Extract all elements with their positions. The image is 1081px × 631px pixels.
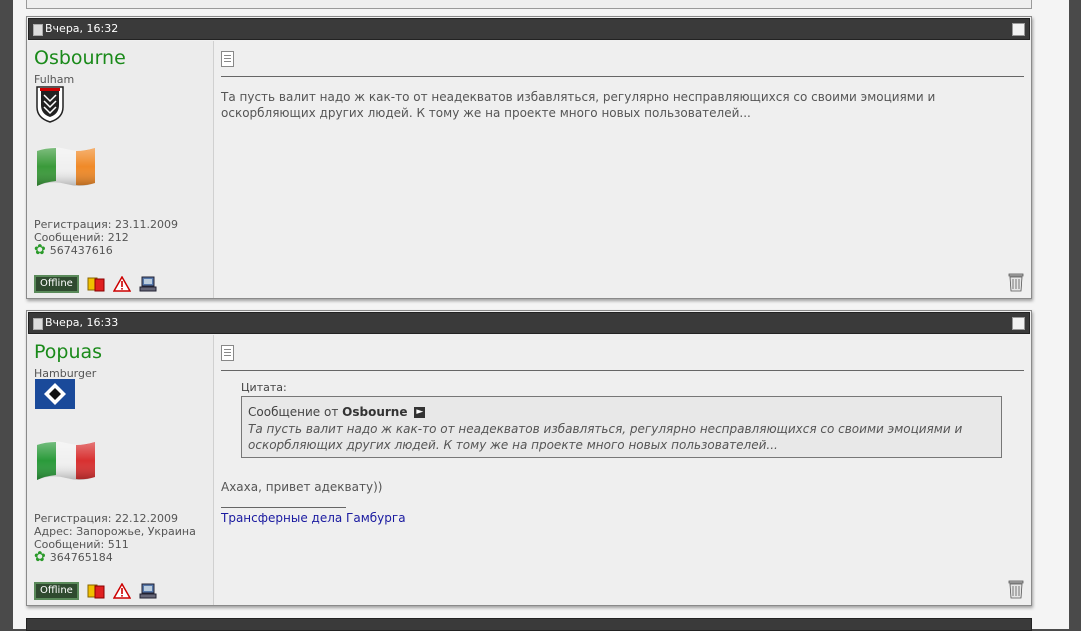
username-link[interactable]: Osbourne	[34, 47, 126, 69]
user-info-panel: Osbourne Fulham Регистрация: 23.11.2009 …	[27, 41, 214, 298]
post-body: Popuas Hamburger Регистрация: 22.12.2009…	[27, 335, 1031, 605]
signature-divider	[221, 507, 346, 508]
trash-icon[interactable]	[1007, 272, 1025, 292]
registration-date: Регистрация: 22.12.2009	[34, 512, 178, 525]
post-header: Вчера, 16:33	[28, 312, 1030, 334]
user-action-icons: Offline	[34, 580, 157, 600]
quote-label: Цитата:	[241, 381, 287, 394]
post: Вчера, 16:32 Osbourne Fulham Регистрация…	[26, 16, 1032, 299]
post-document-icon	[33, 318, 43, 330]
quote-box: Сообщение от Osbourne ► Та пусть валит н…	[241, 396, 1002, 458]
icq-flower-icon: ✿	[34, 549, 46, 565]
ireland-flag-icon	[37, 147, 95, 186]
icq-value: 567437616	[49, 244, 113, 257]
italy-flag-icon	[37, 441, 95, 480]
post-body: Osbourne Fulham Регистрация: 23.11.2009 …	[27, 41, 1031, 298]
next-post-header	[26, 618, 1032, 631]
signature-link[interactable]: Трансферные дела Гамбурга	[221, 511, 406, 525]
quote-text: Та пусть валит надо ж как-то от неадеква…	[248, 422, 963, 452]
club-crest-icon	[35, 379, 75, 409]
report-post-icon[interactable]	[113, 275, 131, 292]
post-date: Вчера, 16:32	[45, 22, 119, 35]
icq-value: 364765184	[49, 551, 113, 564]
message-divider	[221, 370, 1024, 371]
multiquote-checkbox[interactable]	[1012, 23, 1025, 36]
quote-header: Сообщение от Osbourne ►	[248, 405, 426, 419]
message-divider	[221, 76, 1024, 77]
previous-post-bottom	[26, 0, 1032, 9]
multiquote-checkbox[interactable]	[1012, 317, 1025, 330]
post-icon	[221, 51, 234, 67]
post-document-icon	[33, 24, 43, 36]
registration-date: Регистрация: 23.11.2009	[34, 218, 178, 231]
view-post-arrow-icon[interactable]: ►	[414, 407, 426, 418]
offline-status-badge: Offline	[34, 274, 79, 293]
computer-info-icon[interactable]	[139, 276, 157, 292]
computer-info-icon[interactable]	[139, 583, 157, 599]
offline-status-badge: Offline	[34, 581, 79, 600]
icq-number: ✿ 364765184	[34, 549, 113, 565]
user-action-icons: Offline	[34, 273, 157, 293]
icq-number: ✿ 567437616	[34, 242, 113, 258]
warnings-cards-icon[interactable]	[87, 276, 105, 292]
trash-icon[interactable]	[1007, 579, 1025, 599]
user-stats: Регистрация: 22.12.2009 Адрес: Запорожье…	[34, 512, 196, 551]
post-message: Ахаха, привет адеквату))	[221, 480, 383, 494]
message-panel: Цитата: Сообщение от Osbourne ► Та пусть…	[214, 335, 1031, 605]
user-address: Адрес: Запорожье, Украина	[34, 525, 196, 538]
icq-flower-icon: ✿	[34, 242, 46, 258]
post-message: Та пусть валит надо ж как-то от неадеква…	[221, 90, 936, 120]
post-header: Вчера, 16:32	[28, 18, 1030, 40]
club-crest-icon	[36, 86, 64, 123]
user-stats: Регистрация: 23.11.2009 Сообщений: 212	[34, 218, 178, 244]
report-post-icon[interactable]	[113, 582, 131, 599]
post-icon	[221, 345, 234, 361]
quote-prefix: Сообщение от	[248, 405, 339, 419]
post: Вчера, 16:33 Popuas Hamburger Регистраци…	[26, 310, 1032, 606]
user-info-panel: Popuas Hamburger Регистрация: 22.12.2009…	[27, 335, 214, 605]
quote-author: Osbourne	[342, 405, 408, 419]
warnings-cards-icon[interactable]	[87, 583, 105, 599]
post-date: Вчера, 16:33	[45, 316, 119, 329]
message-panel: Та пусть валит надо ж как-то от неадеква…	[214, 41, 1031, 298]
username-link[interactable]: Popuas	[34, 341, 102, 363]
